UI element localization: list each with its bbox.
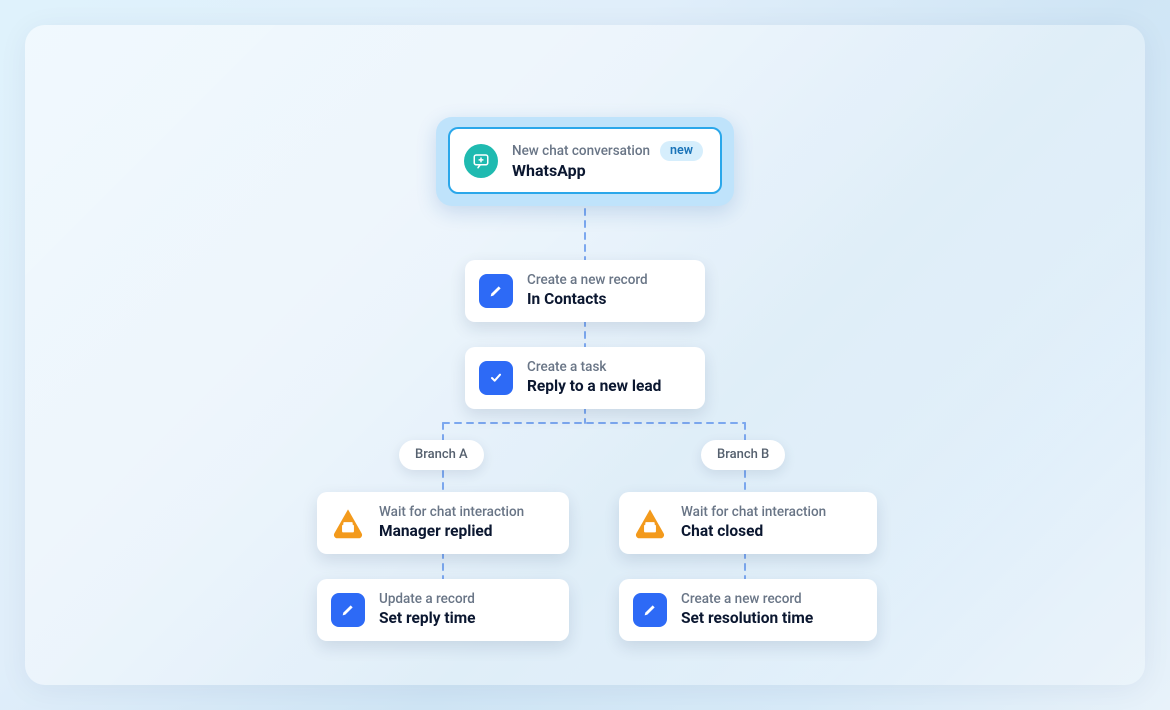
node-label: Create a task — [527, 359, 661, 376]
pencil-icon — [331, 593, 365, 627]
chat-plus-icon — [464, 144, 498, 178]
wait-triangle-icon — [331, 506, 365, 540]
node-title: Set reply time — [379, 608, 476, 629]
node-create-record[interactable]: Create a new record In Contacts — [465, 260, 705, 322]
branch-a-pill[interactable]: Branch A — [399, 440, 484, 470]
node-label: Create a new record — [527, 272, 648, 289]
node-label: Update a record — [379, 591, 476, 608]
node-update-reply-time[interactable]: Update a record Set reply time — [317, 579, 569, 641]
workflow-canvas: New chat conversation new WhatsApp Creat… — [25, 25, 1145, 685]
node-label: Wait for chat interaction — [681, 504, 826, 521]
node-create-resolution[interactable]: Create a new record Set resolution time — [619, 579, 877, 641]
node-create-task[interactable]: Create a task Reply to a new lead — [465, 347, 705, 409]
node-label: Wait for chat interaction — [379, 504, 524, 521]
trigger-node-frame[interactable]: New chat conversation new WhatsApp — [436, 117, 734, 206]
node-title: Chat closed — [681, 521, 826, 542]
branch-b-pill[interactable]: Branch B — [701, 440, 785, 470]
new-badge: new — [660, 141, 703, 161]
node-wait-chat-closed[interactable]: Wait for chat interaction Chat closed — [619, 492, 877, 554]
wait-triangle-icon — [633, 506, 667, 540]
trigger-title: WhatsApp — [512, 161, 586, 180]
node-title: In Contacts — [527, 289, 648, 310]
node-wait-manager-replied[interactable]: Wait for chat interaction Manager replie… — [317, 492, 569, 554]
node-label: Create a new record — [681, 591, 813, 608]
pencil-icon — [633, 593, 667, 627]
check-icon — [479, 361, 513, 395]
node-title: Set resolution time — [681, 608, 813, 629]
trigger-label: New chat conversation — [512, 143, 650, 159]
node-title: Manager replied — [379, 521, 524, 542]
trigger-node[interactable]: New chat conversation new WhatsApp — [448, 127, 722, 194]
node-title: Reply to a new lead — [527, 376, 661, 397]
pencil-icon — [479, 274, 513, 308]
